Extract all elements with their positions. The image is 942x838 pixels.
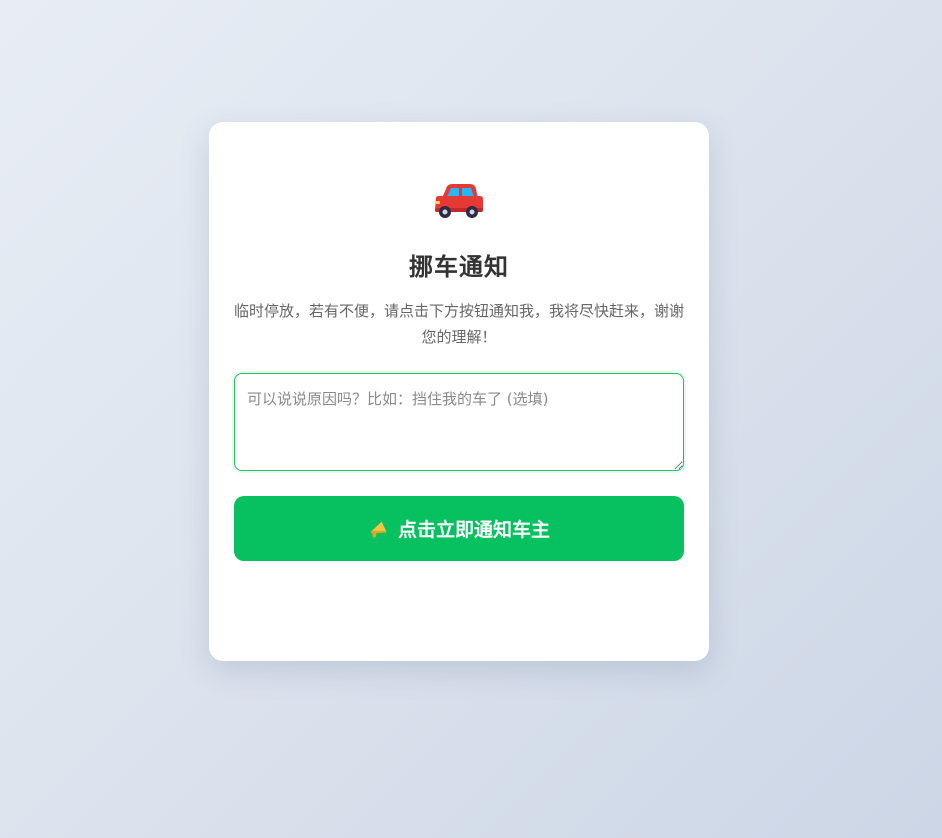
page-title: 挪车通知	[409, 253, 509, 281]
notice-description: 临时停放，若有不便，请点击下方按钮通知我，我将尽快赶来，谢谢您的理解！	[233, 302, 684, 346]
notify-owner-button[interactable]: 点击立即通知车主	[234, 496, 684, 561]
notify-button-label: 点击立即通知车主	[397, 519, 550, 541]
megaphone-icon	[370, 521, 387, 537]
reason-input[interactable]	[234, 373, 684, 471]
car-icon	[435, 184, 483, 218]
notice-card: 挪车通知 临时停放，若有不便，请点击下方按钮通知我，我将尽快赶来，谢谢您的理解！…	[209, 122, 709, 661]
